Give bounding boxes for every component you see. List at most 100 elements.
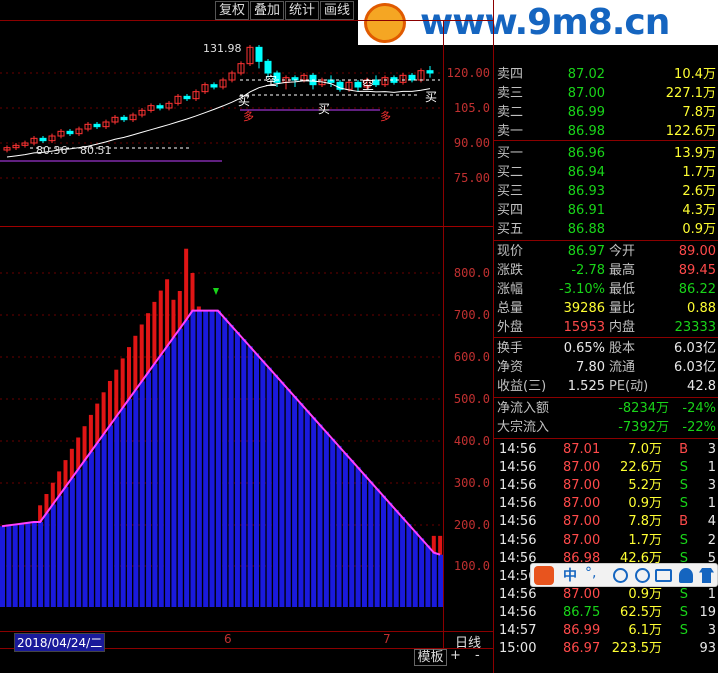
keyboard-icon[interactable] [655,569,672,582]
trade-count: 3 [707,442,716,457]
indicator-bar [285,388,291,607]
trade-direction: S [679,460,688,476]
trade-time: 14:57 [499,623,537,638]
ind-tick-800: 800.0 [453,266,490,280]
trade-time: 14:56 [499,532,537,548]
trade-count: 3 [707,623,716,638]
indicator-bar [63,486,69,607]
indicator-bar [44,513,50,607]
indicator-bar [196,310,202,607]
indicator-bar [114,416,120,607]
indicator-bar [361,474,367,607]
indicator-red-bar [177,290,182,329]
ime-chinese-toggle[interactable]: 中 [563,565,577,585]
indicator-bar [311,417,317,607]
indicator-red-bar [95,403,100,443]
trade-row: 15:00 86.97 223.5万 93 [497,640,718,658]
indicator-bar [107,425,113,607]
indicator-bar [12,524,18,607]
date-tick-7: 7 [383,632,391,646]
price-tick-105: 105.0 [453,101,490,115]
indicator-red-bar [146,313,151,373]
indicator-bar [298,403,304,607]
indicator-bar [228,324,234,607]
date-tick-6: 6 [224,632,232,646]
trade-count: 93 [699,641,716,657]
trade-volume: 7.8万 [628,514,662,530]
trade-volume: 22.6万 [620,460,662,476]
indicator-bar [330,438,336,607]
signal-mai-1: 买 [238,94,251,108]
indicator-red-bar [120,358,125,408]
signal-kong-2: 空 [362,78,375,92]
indicator-bar [323,431,329,607]
indicator-bar [82,460,88,607]
trade-row: 14:56 87.00 7.8万 B 4 [497,513,718,531]
indicator-bar [419,538,425,607]
indicator-bar [400,517,406,607]
indicator-bar [203,310,209,607]
skin-icon[interactable] [699,568,714,583]
indicator-red-bar [190,273,195,311]
indicator-bar [57,495,63,607]
trade-time: 14:56 [499,496,537,512]
trade-price: 87.00 [563,514,601,530]
trade-price: 86.99 [563,623,601,638]
indicator-bar [387,502,393,607]
user-icon[interactable] [679,568,693,583]
trade-volume: 0.9万 [628,586,662,602]
indicator-bar [184,319,190,607]
trade-volume: 6.1万 [628,623,662,638]
trade-volume: 0.9万 [628,496,662,512]
zoom-in-button[interactable]: + [450,648,461,663]
candle-body [120,116,128,121]
trade-price: 86.75 [563,604,601,620]
indicator-red-bar [114,369,119,417]
indicator-chart[interactable] [0,227,443,631]
trade-count: 1 [707,496,716,512]
indicator-red-bar [171,299,176,338]
price-tick-90: 90.00 [453,136,490,150]
stats-row-pct: 涨幅 -3.10% 最低 86.22 [497,282,716,297]
template-button[interactable]: 模板 [414,649,447,666]
indicator-bar [381,495,386,607]
indicator-bar [0,526,5,607]
indicator-red-bar [63,460,68,487]
indicator-red-bar [165,279,170,347]
trade-direction: B [679,442,688,457]
trade-direction: S [679,532,688,548]
emoji-icon[interactable] [613,568,628,583]
indicator-bar [266,367,272,607]
trade-time: 14:56 [499,586,537,602]
low-line-label2: 80.51 [80,144,112,157]
ime-toolbar[interactable]: 中 °, [530,563,718,587]
trade-row: 14:56 87.00 0.9万 S 1 [497,495,718,513]
indicator-red-bar [82,426,87,461]
candle-body [39,137,47,142]
trade-volume: 62.5万 [620,604,662,620]
indicator-bar [336,445,342,607]
sell-row-4: 卖四 87.02 10.4万 [497,67,716,82]
indicator-bar [101,434,107,607]
stats-row-price: 现价 86.97 今开 89.00 [497,244,716,259]
voice-icon[interactable] [635,568,650,583]
sogou-logo-icon[interactable] [534,566,554,585]
trade-count: 1 [707,460,716,476]
indicator-bar [190,310,196,607]
trade-direction: S [679,623,688,638]
indicator-red-bar [133,335,138,391]
indicator-bar [254,353,259,607]
indicator-red-bar [88,414,93,452]
zoom-out-button[interactable]: - [475,648,480,663]
buy-row-2: 买二 86.94 1.7万 [497,165,716,180]
candle-body [183,95,191,100]
indicator-bar [368,481,374,607]
watermark-text: www.9m8.cn [420,2,670,43]
trade-price: 87.01 [563,442,601,457]
indicator-red-bar [76,437,81,470]
stats-row-eps: 收益(三) 1.525 PE(动) 42.8 [497,379,716,394]
ime-punct-toggle[interactable]: °, [585,565,596,581]
indicator-red-bar [184,248,189,320]
trade-price: 87.00 [563,478,601,494]
signal-duo-1: 多 [243,110,254,123]
